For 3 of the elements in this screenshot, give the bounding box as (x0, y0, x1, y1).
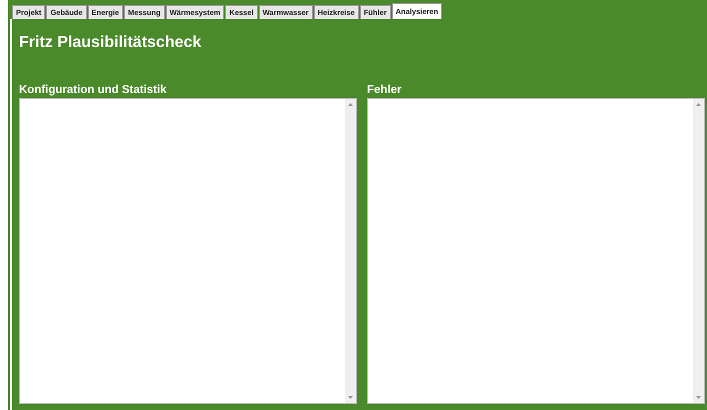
panel-label: Fehler (367, 83, 403, 97)
page-title: Fritz Plausibilitätscheck (19, 33, 202, 53)
panel-label: Konfiguration und Statistik (19, 83, 168, 97)
